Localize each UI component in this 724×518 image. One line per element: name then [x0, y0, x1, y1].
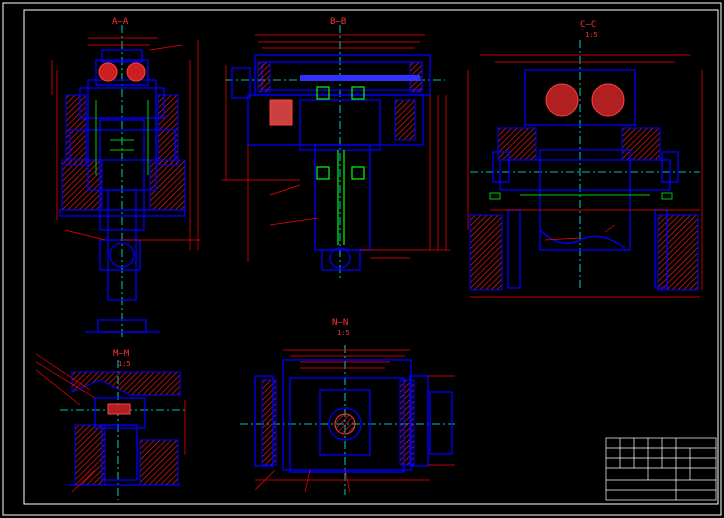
view-nn-title: N—N [332, 318, 349, 328]
view-cc-scale: 1:5 [585, 31, 598, 39]
view-bb-title: B—B [330, 17, 347, 27]
view-bb-drawing [222, 25, 450, 280]
view-mm-drawing [35, 353, 186, 500]
title-block [605, 437, 717, 501]
view-aa-drawing [51, 25, 200, 340]
view-aa-title: A—A [112, 17, 129, 27]
view-nn-scale: 1:5 [337, 329, 350, 337]
view-cc-drawing [467, 40, 703, 298]
view-cc-title: C—C [580, 20, 597, 30]
view-nn-drawing [240, 345, 455, 495]
cad-drawing-canvas [2, 2, 722, 516]
view-mm-title: M—M [113, 349, 130, 359]
view-mm-scale: 1:5 [118, 360, 131, 368]
